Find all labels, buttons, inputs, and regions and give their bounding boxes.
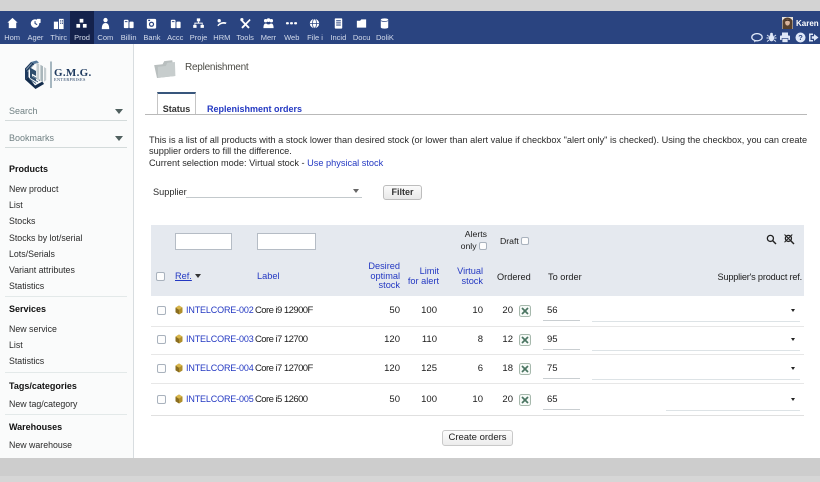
svg-text:?: ?: [798, 33, 803, 42]
svg-text:ENTERPRISES: ENTERPRISES: [54, 77, 86, 82]
